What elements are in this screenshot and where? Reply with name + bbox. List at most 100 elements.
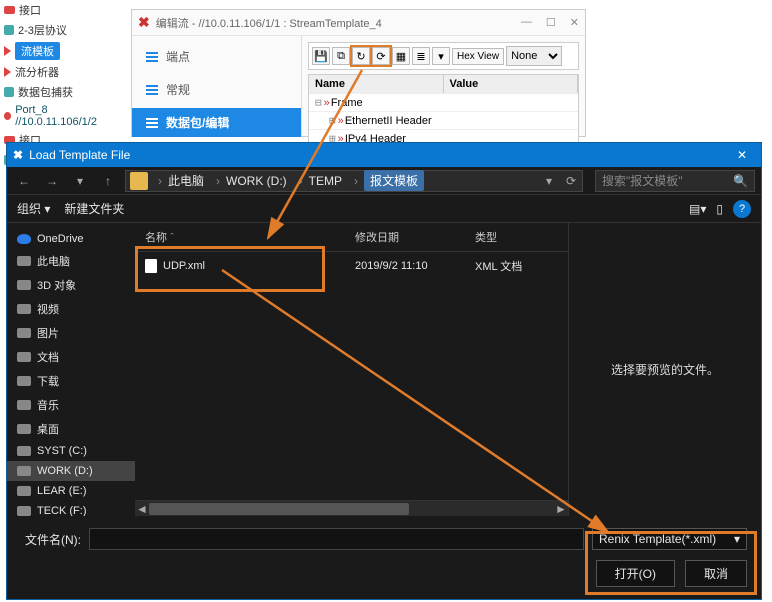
chevron-right-icon[interactable]: › — [299, 174, 303, 188]
organize-menu[interactable]: 组织 ▾ — [17, 200, 50, 217]
maximize-icon[interactable]: ☐ — [546, 16, 556, 29]
tool-refresh-icon[interactable]: ⟳ — [372, 47, 390, 65]
view-mode-button[interactable]: ▤▾ — [689, 202, 706, 216]
chevron-down-icon[interactable]: ▾ — [538, 171, 560, 191]
scroll-right-icon[interactable]: ► — [554, 501, 568, 517]
filter-text: Renix Template(*.xml) — [599, 532, 716, 546]
search-input[interactable]: 搜索"报文模板" 🔍 — [595, 170, 755, 192]
nav-general[interactable]: 常规 — [132, 75, 301, 104]
scroll-left-icon[interactable]: ◄ — [135, 501, 149, 517]
sidebar-item[interactable]: WORK (D:) — [7, 461, 135, 481]
refresh-icon[interactable]: ⟳ — [560, 171, 582, 191]
drive-icon — [17, 280, 31, 290]
file-open-dialog: ✖ Load Template File ✕ ← → ▾ ↑ ›此电脑 ›WOR… — [6, 142, 762, 600]
chevron-right-icon[interactable]: › — [216, 174, 220, 188]
forward-icon[interactable]: → — [41, 171, 63, 191]
back-icon[interactable]: ← — [13, 171, 35, 191]
filename-input[interactable] — [89, 528, 584, 550]
nav-endpoint[interactable]: 端点 — [132, 42, 301, 71]
nav-item[interactable]: 接口 — [0, 0, 125, 20]
sidebar-item[interactable]: 下载 — [7, 369, 135, 393]
sidebar-item[interactable]: 图片 — [7, 321, 135, 345]
tool-down-icon[interactable]: ▾ — [432, 47, 450, 65]
chevron-down-icon: ▾ — [734, 532, 740, 546]
sidebar-item[interactable]: 视频 — [7, 297, 135, 321]
tool-copy-icon[interactable]: ⧉ — [332, 47, 350, 65]
close-icon[interactable]: ✕ — [729, 148, 755, 162]
nav-label: 常规 — [166, 81, 190, 98]
sidebar-item[interactable]: 文档 — [7, 345, 135, 369]
nav-packet-edit[interactable]: 数据包/编辑 — [132, 108, 301, 137]
open-button[interactable]: 打开(O) — [596, 560, 675, 587]
crumb-item[interactable]: WORK (D:) — [226, 174, 287, 188]
file-type: XML 文档 — [475, 258, 558, 274]
sidebar-item[interactable]: 桌面 — [7, 417, 135, 441]
col-type[interactable]: 类型 — [475, 229, 558, 245]
col-name: Name — [309, 75, 444, 93]
sidebar-item[interactable]: TECK (F:) — [7, 501, 135, 516]
tool-grid-icon[interactable]: ▦ — [392, 47, 410, 65]
col-date[interactable]: 修改日期 — [355, 229, 475, 245]
drive-icon — [17, 424, 31, 434]
tool-save-icon[interactable]: 💾 — [312, 47, 330, 65]
app-logo-icon: ✖ — [13, 148, 23, 162]
tool-layers-icon[interactable]: ≣ — [412, 47, 430, 65]
collapse-icon[interactable]: ⊟ — [315, 96, 322, 109]
file-row[interactable]: UDP.xml 2019/9/2 11:10 XML 文档 — [135, 252, 568, 280]
dialog-toolbar: 组织 ▾ 新建文件夹 ▤▾ ▯ ? — [7, 195, 761, 223]
editor-side-nav: 端点 常规 数据包/编辑 — [132, 36, 302, 136]
view-mode-select[interactable]: None — [506, 46, 562, 66]
sidebar-item-label: 视频 — [37, 301, 59, 317]
nav-item[interactable]: Port_8 //10.0.11.106/1/2 — [0, 102, 125, 130]
sidebar-item[interactable]: 音乐 — [7, 393, 135, 417]
chevron-right-icon[interactable]: › — [354, 174, 358, 188]
chevron-right-icon[interactable]: › — [158, 174, 162, 188]
search-placeholder: 搜索"报文模板" — [602, 172, 683, 189]
drive-icon — [17, 304, 31, 314]
nav-item[interactable]: 数据包捕获 — [0, 82, 125, 102]
window-titlebar: ✖ 编辑流 - //10.0.11.106/1/1 : StreamTempla… — [132, 10, 585, 36]
nav-item[interactable]: 2-3层协议 — [0, 20, 125, 40]
up-icon[interactable]: ↑ — [97, 171, 119, 191]
sidebar-item-label: TECK (F:) — [37, 505, 87, 516]
hex-view-button[interactable]: Hex View — [452, 48, 504, 65]
tool-import-icon[interactable]: ↻ — [352, 47, 370, 65]
grid-row[interactable]: ⊟» Frame — [309, 93, 578, 111]
nav-label: 接口 — [19, 2, 41, 18]
cancel-button[interactable]: 取消 — [685, 560, 747, 587]
nav-label: 流分析器 — [15, 64, 59, 80]
window-controls: — ☐ ✕ — [521, 16, 579, 29]
recent-icon[interactable]: ▾ — [69, 171, 91, 191]
sidebar-item[interactable]: OneDrive — [7, 229, 135, 249]
nav-item[interactable]: 流分析器 — [0, 62, 125, 82]
minimize-icon[interactable]: — — [521, 16, 532, 29]
crumb-item[interactable]: 此电脑 — [168, 172, 204, 189]
sidebar-item[interactable]: 此电脑 — [7, 249, 135, 273]
help-icon[interactable]: ? — [733, 200, 751, 218]
capture-icon — [4, 87, 14, 97]
sidebar-item[interactable]: LEAR (E:) — [7, 481, 135, 501]
breadcrumb[interactable]: › 此电脑 › WORK (D:) › TEMP › 报文模板 ▾ ⟳ — [125, 170, 583, 192]
scroll-thumb[interactable] — [149, 503, 409, 515]
horizontal-scrollbar[interactable]: ◄ ► — [135, 500, 568, 516]
grid-row[interactable]: ⊞» EthernetII Header — [309, 111, 578, 129]
preview-pane-button[interactable]: ▯ — [716, 202, 723, 216]
drive-icon — [17, 352, 31, 362]
file-type-select[interactable]: Renix Template(*.xml) ▾ — [592, 528, 747, 550]
col-name[interactable]: 名称 ˆ — [145, 229, 355, 245]
nav-item-selected[interactable]: 流模板 — [0, 40, 125, 62]
sidebar-item[interactable]: SYST (C:) — [7, 441, 135, 461]
sidebar-item-label: SYST (C:) — [37, 445, 87, 457]
menu-icon — [146, 85, 158, 95]
close-icon[interactable]: ✕ — [570, 16, 579, 29]
search-icon: 🔍 — [733, 174, 748, 188]
nav-label: Port_8 //10.0.11.106/1/2 — [15, 104, 121, 128]
newfolder-button[interactable]: 新建文件夹 — [64, 200, 124, 217]
crumb-item-current[interactable]: 报文模板 — [364, 170, 424, 191]
sidebar-item-label: LEAR (E:) — [37, 485, 87, 497]
sidebar-item[interactable]: 3D 对象 — [7, 273, 135, 297]
drive-icon — [17, 328, 31, 338]
sidebar-item-label: 图片 — [37, 325, 59, 341]
crumb-item[interactable]: TEMP — [309, 174, 342, 188]
expand-icon[interactable]: ⊞ — [329, 114, 336, 127]
